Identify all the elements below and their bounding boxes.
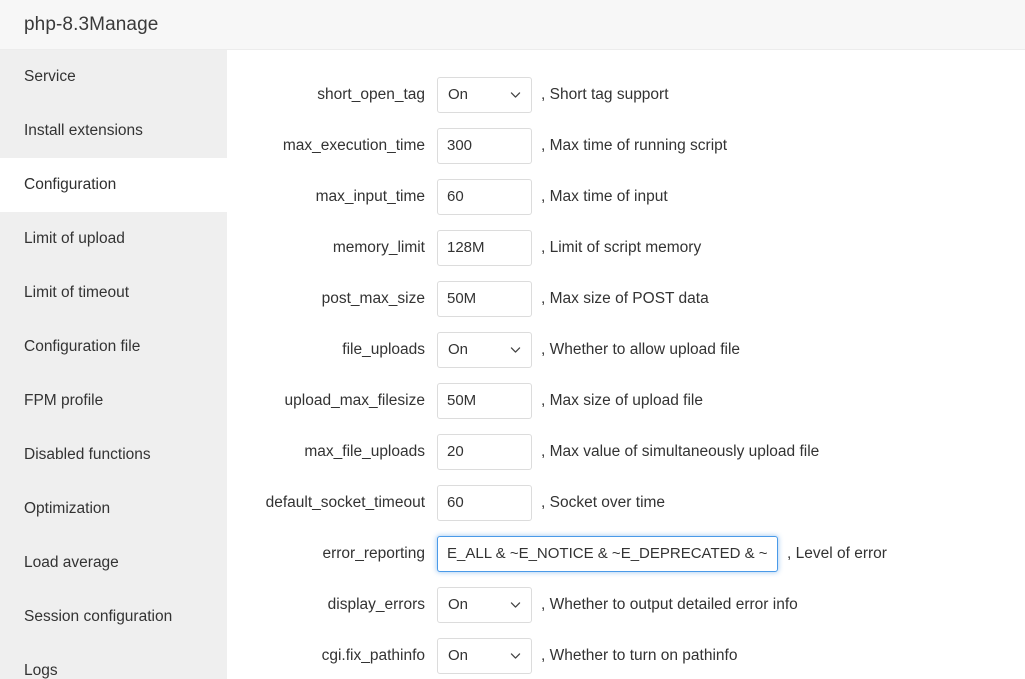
form-row-max-file-uploads: max_file_uploads , Max value of simultane… xyxy=(227,426,1025,477)
field-description-max-file-uploads: , Max value of simultaneously upload fil… xyxy=(532,443,819,461)
sidebar-item-label: Limit of timeout xyxy=(24,284,129,302)
configuration-form: short_open_tagOn, Short tag supportmax_e… xyxy=(227,50,1025,679)
chevron-down-icon xyxy=(509,88,522,101)
field-label-post-max-size: post_max_size xyxy=(227,290,437,308)
field-wrapper-max-file-uploads xyxy=(437,434,532,470)
field-wrapper-post-max-size xyxy=(437,281,532,317)
input-upload-max-filesize[interactable] xyxy=(437,383,532,419)
form-row-file-uploads: file_uploadsOn , Whether to allow upload … xyxy=(227,324,1025,375)
field-label-max-file-uploads: max_file_uploads xyxy=(227,443,437,461)
field-wrapper-upload-max-filesize xyxy=(437,383,532,419)
field-description-post-max-size: , Max size of POST data xyxy=(532,290,709,308)
page-title: php-8.3Manage xyxy=(24,14,158,36)
input-default-socket-timeout[interactable] xyxy=(437,485,532,521)
form-row-default-socket-timeout: default_socket_timeout , Socket over time xyxy=(227,477,1025,528)
sidebar-item-load-average[interactable]: Load average xyxy=(0,536,227,590)
sidebar-item-label: Service xyxy=(24,68,76,86)
field-description-max-input-time: , Max time of input xyxy=(532,188,668,206)
field-wrapper-max-input-time xyxy=(437,179,532,215)
sidebar-item-label: Configuration file xyxy=(24,338,140,356)
input-post-max-size[interactable] xyxy=(437,281,532,317)
field-label-default-socket-timeout: default_socket_timeout xyxy=(227,494,437,512)
form-row-cgi-fix-pathinfo: cgi.fix_pathinfoOn , Whether to turn on p… xyxy=(227,630,1025,679)
form-row-max-execution-time: max_execution_time , Max time of running … xyxy=(227,120,1025,171)
sidebar-item-configuration-file[interactable]: Configuration file xyxy=(0,320,227,374)
field-wrapper-display-errors: On xyxy=(437,587,532,623)
field-description-upload-max-filesize: , Max size of upload file xyxy=(532,392,703,410)
form-row-post-max-size: post_max_size , Max size of POST data xyxy=(227,273,1025,324)
field-wrapper-cgi-fix-pathinfo: On xyxy=(437,638,532,674)
field-label-cgi-fix-pathinfo: cgi.fix_pathinfo xyxy=(227,647,437,665)
form-row-short-open-tag: short_open_tagOn , Short tag support xyxy=(227,69,1025,120)
field-wrapper-memory-limit xyxy=(437,230,532,266)
php-manage-window: php-8.3Manage Service Install extensions C… xyxy=(0,0,1025,679)
form-row-max-input-time: max_input_time , Max time of input xyxy=(227,171,1025,222)
select-value-file-uploads: On xyxy=(438,341,468,358)
field-description-max-execution-time: , Max time of running script xyxy=(532,137,727,155)
field-wrapper-short-open-tag: On xyxy=(437,77,532,113)
form-row-memory-limit: memory_limit , Limit of script memory xyxy=(227,222,1025,273)
sidebar-item-disabled-functions[interactable]: Disabled functions xyxy=(0,428,227,482)
field-label-memory-limit: memory_limit xyxy=(227,239,437,257)
select-display-errors[interactable]: On xyxy=(437,587,532,623)
input-error-reporting[interactable] xyxy=(437,536,778,572)
chevron-down-icon xyxy=(509,598,522,611)
input-memory-limit[interactable] xyxy=(437,230,532,266)
sidebar-item-label: Session configuration xyxy=(24,608,172,626)
field-description-file-uploads: , Whether to allow upload file xyxy=(532,341,740,359)
field-label-display-errors: display_errors xyxy=(227,596,437,614)
sidebar-item-install-extensions[interactable]: Install extensions xyxy=(0,104,227,158)
select-short-open-tag[interactable]: On xyxy=(437,77,532,113)
input-max-execution-time[interactable] xyxy=(437,128,532,164)
sidebar-item-service[interactable]: Service xyxy=(0,50,227,104)
form-row-upload-max-filesize: upload_max_filesize , Max size of upload … xyxy=(227,375,1025,426)
sidebar-item-label: Disabled functions xyxy=(24,446,151,464)
sidebar-item-label: Logs xyxy=(24,662,58,679)
sidebar-item-limit-of-timeout[interactable]: Limit of timeout xyxy=(0,266,227,320)
sidebar-item-label: Load average xyxy=(24,554,119,572)
field-label-error-reporting: error_reporting xyxy=(227,545,437,563)
sidebar-item-label: Configuration xyxy=(24,176,116,194)
field-description-display-errors: , Whether to output detailed error info xyxy=(532,596,798,614)
sidebar-item-fpm-profile[interactable]: FPM profile xyxy=(0,374,227,428)
select-file-uploads[interactable]: On xyxy=(437,332,532,368)
sidebar-item-limit-of-upload[interactable]: Limit of upload xyxy=(0,212,227,266)
select-cgi-fix-pathinfo[interactable]: On xyxy=(437,638,532,674)
field-description-default-socket-timeout: , Socket over time xyxy=(532,494,665,512)
select-value-short-open-tag: On xyxy=(438,86,468,103)
field-description-short-open-tag: , Short tag support xyxy=(532,86,669,104)
select-value-display-errors: On xyxy=(438,596,468,613)
sidebar-item-label: Optimization xyxy=(24,500,110,518)
field-description-cgi-fix-pathinfo: , Whether to turn on pathinfo xyxy=(532,647,737,665)
chevron-down-icon xyxy=(509,343,522,356)
field-label-max-input-time: max_input_time xyxy=(227,188,437,206)
field-wrapper-error-reporting xyxy=(437,536,778,572)
field-wrapper-default-socket-timeout xyxy=(437,485,532,521)
sidebar-nav: Service Install extensions Configuration Li… xyxy=(0,50,227,679)
input-max-file-uploads[interactable] xyxy=(437,434,532,470)
chevron-down-icon xyxy=(509,649,522,662)
select-value-cgi-fix-pathinfo: On xyxy=(438,647,468,664)
field-wrapper-max-execution-time xyxy=(437,128,532,164)
sidebar-item-session-configuration[interactable]: Session configuration xyxy=(0,590,227,644)
input-max-input-time[interactable] xyxy=(437,179,532,215)
field-description-error-reporting: , Level of error xyxy=(778,545,887,563)
field-wrapper-file-uploads: On xyxy=(437,332,532,368)
sidebar-item-logs[interactable]: Logs xyxy=(0,644,227,679)
field-label-file-uploads: file_uploads xyxy=(227,341,437,359)
field-label-max-execution-time: max_execution_time xyxy=(227,137,437,155)
sidebar-item-label: Install extensions xyxy=(24,122,143,140)
field-label-upload-max-filesize: upload_max_filesize xyxy=(227,392,437,410)
form-row-error-reporting: error_reporting , Level of error xyxy=(227,528,1025,579)
app-header: php-8.3Manage xyxy=(0,0,1025,50)
sidebar-item-configuration[interactable]: Configuration xyxy=(0,158,227,212)
form-row-display-errors: display_errorsOn , Whether to output deta… xyxy=(227,579,1025,630)
sidebar-item-optimization[interactable]: Optimization xyxy=(0,482,227,536)
field-description-memory-limit: , Limit of script memory xyxy=(532,239,701,257)
sidebar-item-label: FPM profile xyxy=(24,392,103,410)
field-label-short-open-tag: short_open_tag xyxy=(227,86,437,104)
sidebar-item-label: Limit of upload xyxy=(24,230,125,248)
